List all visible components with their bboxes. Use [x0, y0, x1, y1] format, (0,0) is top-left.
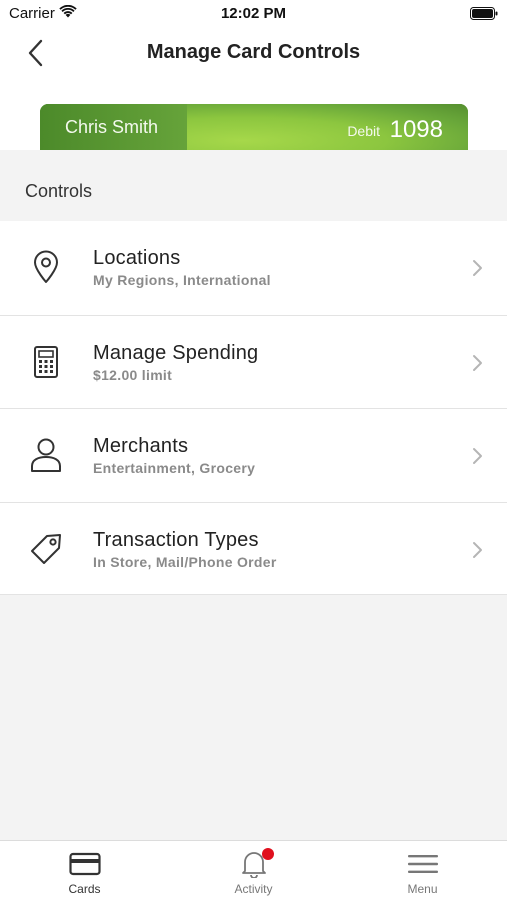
- navigation-bar: Manage Card Controls: [0, 28, 507, 104]
- section-title: Controls: [25, 181, 93, 201]
- control-item-locations[interactable]: Locations My Regions, International: [0, 221, 507, 315]
- tab-cards[interactable]: Cards: [0, 841, 169, 900]
- chevron-right-icon: [473, 448, 482, 464]
- chevron-right-icon: [473, 260, 482, 276]
- chevron-right-icon: [473, 354, 482, 371]
- bell-icon: [237, 848, 274, 878]
- calculator-icon: [26, 342, 66, 382]
- location-pin-icon: [26, 247, 66, 287]
- debit-card[interactable]: Chris Smith Debit 1098: [40, 104, 468, 150]
- controls-list: Locations My Regions, International Mana…: [0, 221, 507, 595]
- controls-section-header: Controls: [0, 150, 507, 221]
- card-last-four: 1098: [389, 116, 443, 143]
- chevron-right-icon: [473, 541, 482, 558]
- control-subtitle: $12.00 limit: [93, 366, 173, 383]
- card-icon: [68, 850, 102, 878]
- control-title: Merchants: [93, 435, 189, 457]
- tag-icon: [26, 529, 66, 569]
- manage-card-controls-screen: Carrier 12:02 PM Manage Card Controls Ch…: [0, 0, 507, 900]
- battery-icon: [470, 7, 498, 20]
- notification-badge: [261, 848, 274, 860]
- control-subtitle: Entertainment, Grocery: [93, 460, 256, 476]
- person-icon: [26, 435, 66, 475]
- control-subtitle: In Store, Mail/Phone Order: [93, 553, 277, 570]
- status-bar: Carrier 12:02 PM: [0, 0, 507, 28]
- card-area: Chris Smith Debit 1098: [0, 104, 507, 150]
- tab-menu[interactable]: Menu: [338, 841, 507, 900]
- status-time: 12:02 PM: [220, 5, 287, 22]
- control-title: Transaction Types: [93, 528, 259, 551]
- hamburger-menu-icon: [406, 850, 440, 878]
- control-item-manage-spending[interactable]: Manage Spending $12.00 limit: [0, 314, 507, 408]
- tab-label: Cards: [68, 882, 101, 896]
- control-item-merchants[interactable]: Merchants Entertainment, Grocery: [0, 408, 507, 502]
- control-title: Locations: [93, 247, 181, 269]
- page-title: Manage Card Controls: [146, 41, 361, 63]
- tab-bar: Cards Activity Menu: [0, 840, 507, 900]
- tab-label: Activity: [234, 882, 273, 896]
- control-item-transaction-types[interactable]: Transaction Types In Store, Mail/Phone O…: [0, 501, 507, 595]
- tab-label: Menu: [407, 882, 438, 896]
- card-type: Debit: [347, 123, 380, 139]
- tab-activity[interactable]: Activity: [169, 841, 338, 900]
- card-holder-name: Chris Smith: [65, 117, 159, 137]
- control-subtitle: My Regions, International: [93, 272, 271, 288]
- control-title: Manage Spending: [93, 341, 259, 364]
